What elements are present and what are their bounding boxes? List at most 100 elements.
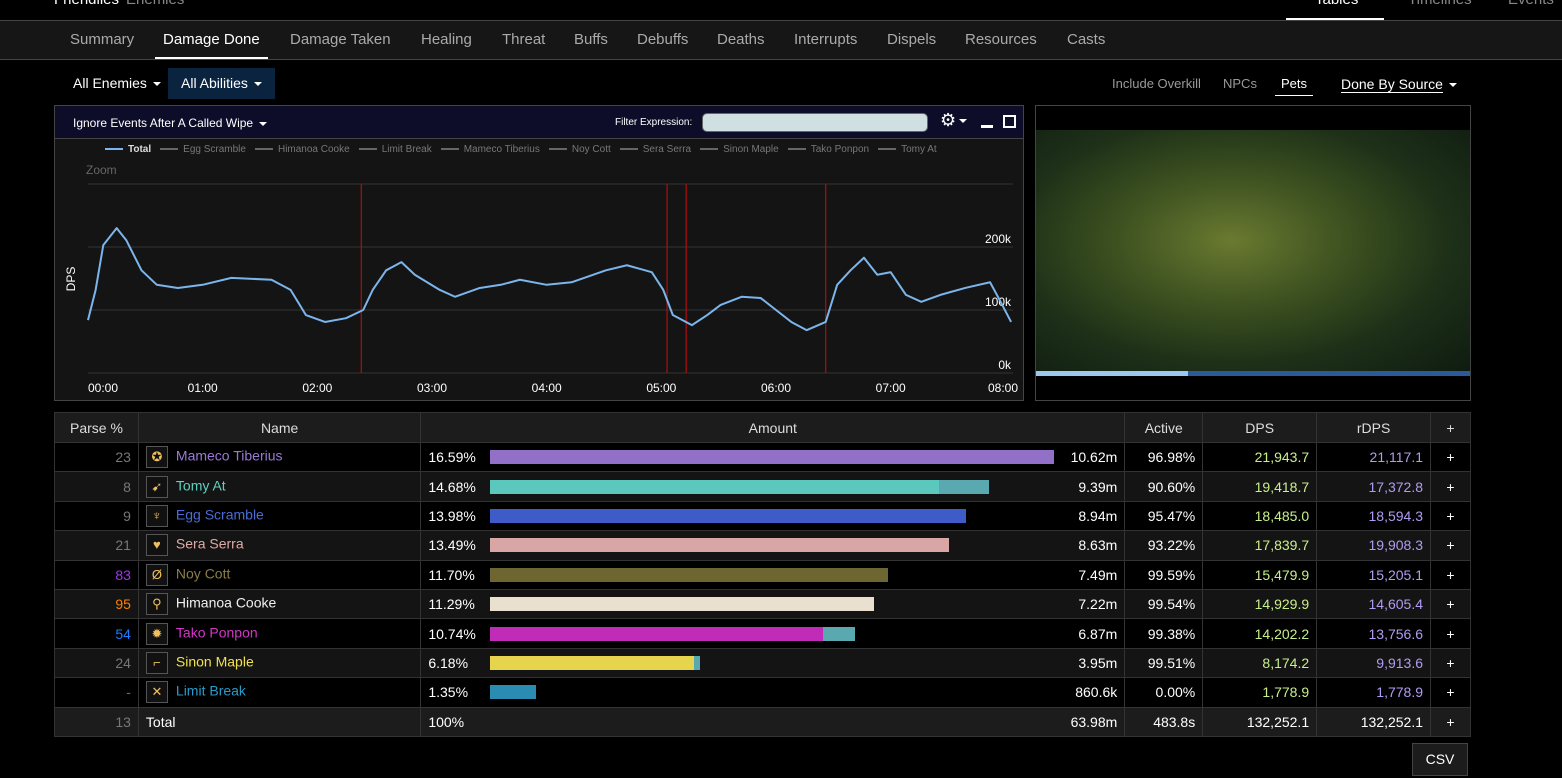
total-row: 13 Total 100% 63.98m 483.8s 132,252.1 132,252.…	[54, 706, 1471, 737]
done-by-dropdown[interactable]: Done By Source	[1341, 74, 1457, 96]
table-row[interactable]: 8 ➹ Tomy At 14.68% 9.39m 90.60% 19,418.7 1…	[54, 471, 1471, 502]
tab-deaths[interactable]: Deaths	[717, 21, 765, 59]
pets-toggle[interactable]: Pets	[1275, 74, 1314, 96]
include-overkill-toggle[interactable]: Include Overkill	[1112, 74, 1201, 96]
pet-bar-fill	[694, 655, 701, 670]
table-row[interactable]: 21 ♥ Sera Serra 13.49% 8.63m 93.22% 17,839…	[54, 530, 1471, 561]
expand-button[interactable]: +	[1430, 471, 1471, 502]
column-header[interactable]: +	[1430, 412, 1471, 443]
parse-cell: 54	[54, 618, 139, 649]
player-name[interactable]: Mameco Tiberius	[176, 448, 283, 464]
amount-cell: 13.49% 8.63m	[420, 530, 1126, 561]
abilities-dropdown[interactable]: All Abilities	[168, 68, 275, 99]
column-header[interactable]: Parse %	[54, 412, 139, 443]
name-cell[interactable]: ➹ Tomy At	[137, 471, 422, 502]
y-tick-label: 200k	[985, 232, 1012, 246]
tab-damage-taken[interactable]: Damage Taken	[290, 21, 391, 59]
expand-button[interactable]: +	[1430, 500, 1471, 532]
minimize-icon[interactable]	[981, 125, 993, 128]
player-name[interactable]: Sera Serra	[176, 536, 244, 552]
csv-button[interactable]: CSV	[1412, 743, 1468, 776]
name-cell[interactable]: ✪ Mameco Tiberius	[137, 441, 422, 473]
player-name[interactable]: Himanoa Cooke	[176, 595, 276, 611]
rdps-cell: 17,372.8	[1316, 471, 1432, 502]
bar-fill	[490, 597, 875, 612]
abilities-label: All Abilities	[181, 75, 248, 91]
video-progress-track[interactable]	[1036, 371, 1470, 376]
column-header[interactable]: Name	[137, 412, 422, 443]
player-name[interactable]: Sinon Maple	[176, 654, 254, 670]
dps-chart[interactable]: Zoom0k100k200k00:00 01:00 02:00 03:00 04:00 0…	[55, 139, 1023, 401]
name-cell[interactable]: ⌐ Sinon Maple	[137, 647, 422, 679]
table-row[interactable]: 95 ⚲ Himanoa Cooke 11.29% 7.22m 99.54% 14,…	[54, 588, 1471, 620]
table-row[interactable]: 9 ♆ Egg Scramble 13.98% 8.94m 95.47% 18,48…	[54, 500, 1471, 532]
amount-value: 7.22m	[1078, 596, 1118, 613]
expand-button[interactable]: +	[1430, 677, 1471, 708]
tab-resources[interactable]: Resources	[965, 21, 1037, 59]
name-cell[interactable]: Ø Noy Cott	[137, 559, 422, 590]
active-cell: 90.60%	[1124, 471, 1204, 502]
expand-button[interactable]: +	[1430, 559, 1471, 590]
column-header[interactable]: Active	[1124, 412, 1204, 443]
active-cell: 93.22%	[1124, 530, 1204, 561]
player-name[interactable]: Noy Cott	[176, 565, 230, 581]
expand-button[interactable]: +	[1430, 647, 1471, 679]
enemies-link[interactable]: Enemies	[126, 0, 184, 8]
events-link[interactable]: Events	[1508, 0, 1554, 8]
player-name[interactable]: Egg Scramble	[176, 507, 264, 523]
amount-percent: 1.35%	[428, 684, 469, 701]
limit-break-icon: ✕	[145, 681, 168, 704]
name-cell[interactable]: ✕ Limit Break	[137, 677, 422, 708]
timelines-link[interactable]: Timelines	[1408, 0, 1472, 8]
table-row[interactable]: 24 ⌐ Sinon Maple 6.18% 3.95m 99.51% 8,174.…	[54, 647, 1471, 679]
amount-value: 63.98m	[1070, 713, 1118, 730]
bar-fill	[490, 538, 949, 553]
enemies-dropdown[interactable]: All Enemies	[60, 68, 174, 99]
expand-button[interactable]: +	[1430, 441, 1471, 473]
tab-interrupts[interactable]: Interrupts	[794, 21, 857, 59]
tab-dispels[interactable]: Dispels	[887, 21, 936, 59]
player-name[interactable]: Limit Break	[176, 683, 246, 699]
rdps-cell: 18,594.3	[1316, 500, 1432, 532]
expand-button[interactable]: +	[1430, 618, 1471, 649]
expand-button[interactable]: +	[1430, 530, 1471, 561]
table-row[interactable]: - ✕ Limit Break 1.35% 860.6k 0.00% 1,778.9…	[54, 677, 1471, 708]
done-by-label: Done By Source	[1341, 76, 1443, 93]
caret-down-icon	[259, 121, 268, 126]
maximize-icon[interactable]	[1003, 115, 1016, 128]
table-row[interactable]: 54 ✹ Tako Ponpon 10.74% 6.87m 99.38% 14,20…	[54, 618, 1471, 649]
video-player[interactable]	[1035, 105, 1471, 401]
column-header[interactable]: DPS	[1202, 412, 1318, 443]
table-row[interactable]: 83 Ø Noy Cott 11.70% 7.49m 99.59% 15,479.9…	[54, 559, 1471, 590]
name-cell[interactable]: ⚲ Himanoa Cooke	[137, 588, 422, 620]
tab-debuffs[interactable]: Debuffs	[637, 21, 688, 59]
tab-damage-done[interactable]: Damage Done	[155, 21, 268, 59]
parse-cell: 9	[54, 500, 139, 532]
player-name[interactable]: Tomy At	[176, 477, 226, 493]
tab-summary[interactable]: Summary	[70, 21, 134, 59]
tables-link[interactable]: Tables	[1315, 0, 1358, 8]
name-cell[interactable]: ✹ Tako Ponpon	[137, 618, 422, 649]
player-name[interactable]: Tako Ponpon	[176, 624, 258, 640]
name-cell[interactable]: ♆ Egg Scramble	[137, 500, 422, 532]
video-progress-fill	[1036, 371, 1188, 376]
column-header[interactable]: rDPS	[1316, 412, 1432, 443]
pet-bar-fill	[939, 479, 990, 494]
gear-icon[interactable]: ⚙	[940, 110, 968, 131]
tab-buffs[interactable]: Buffs	[574, 21, 608, 59]
tab-threat[interactable]: Threat	[502, 21, 545, 59]
filter-expression-input[interactable]	[702, 113, 928, 132]
pet-bar-fill	[822, 626, 856, 641]
active-cell: 0.00%	[1124, 677, 1204, 708]
expand-button[interactable]: +	[1430, 706, 1471, 737]
rdps-cell: 13,756.6	[1316, 618, 1432, 649]
npcs-toggle[interactable]: NPCs	[1223, 74, 1257, 96]
name-cell[interactable]: ♥ Sera Serra	[137, 530, 422, 561]
tab-casts[interactable]: Casts	[1067, 21, 1105, 59]
tab-healing[interactable]: Healing	[421, 21, 472, 59]
table-row[interactable]: 23 ✪ Mameco Tiberius 16.59% 10.62m 96.98% …	[54, 441, 1471, 473]
friendlies-link[interactable]: Friendlies	[54, 0, 119, 8]
wipe-dropdown[interactable]: Ignore Events After A Called Wipe	[73, 116, 268, 130]
expand-button[interactable]: +	[1430, 588, 1471, 620]
column-header[interactable]: Amount	[420, 412, 1126, 443]
